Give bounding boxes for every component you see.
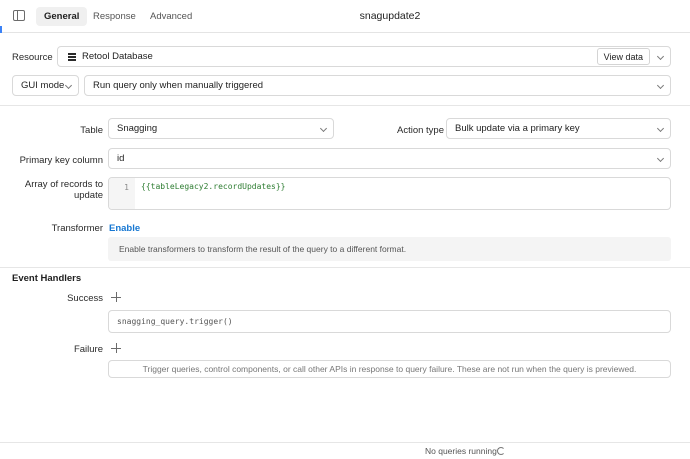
table-value: Snagging [117, 123, 158, 134]
sidebar-toggle-icon[interactable] [13, 10, 25, 21]
primary-key-value: id [117, 153, 125, 164]
enable-transformer-link[interactable]: Enable [109, 223, 140, 234]
success-label: Success [67, 293, 103, 304]
success-handler-text: snagging_query.trigger() [117, 317, 233, 326]
gui-mode-value: GUI mode [21, 80, 65, 91]
records-code: {{tableLegacy2.recordUpdates}} [141, 182, 286, 191]
chevron-down-icon [64, 81, 73, 90]
status-bar: No queries running [0, 442, 690, 459]
action-type-value: Bulk update via a primary key [455, 123, 580, 134]
transformer-hint: Enable transformers to transform the res… [108, 237, 671, 261]
view-data-button[interactable]: View data [596, 48, 650, 65]
tab-response[interactable]: Response [85, 7, 144, 26]
event-handlers-heading: Event Handlers [12, 273, 82, 284]
records-label-line2: update [73, 190, 103, 201]
tab-advanced[interactable]: Advanced [142, 7, 200, 26]
add-failure-handler-icon[interactable] [111, 343, 121, 353]
failure-hint-text: Trigger queries, control components, or … [142, 364, 637, 374]
failure-label: Failure [73, 344, 103, 355]
resource-select[interactable]: Retool Database View data [57, 46, 671, 67]
gui-mode-select[interactable]: GUI mode [12, 75, 79, 96]
chevron-down-icon [656, 81, 665, 90]
line-number: 1 [124, 183, 129, 192]
divider [0, 105, 690, 106]
primary-key-label: Primary key column [19, 155, 103, 166]
add-success-handler-icon[interactable] [111, 292, 121, 302]
active-indicator [0, 26, 2, 33]
chevron-down-icon [656, 154, 665, 163]
table-select[interactable]: Snagging [108, 118, 334, 139]
action-type-label: Action type [397, 125, 444, 136]
chevron-down-icon [319, 124, 328, 133]
database-icon [68, 53, 76, 61]
resource-value: Retool Database [82, 51, 153, 62]
code-gutter: 1 [109, 178, 135, 209]
records-code-editor[interactable]: 1 {{tableLegacy2.recordUpdates}} [108, 177, 671, 210]
failure-handler-placeholder: Trigger queries, control components, or … [108, 360, 671, 378]
chevron-down-icon [656, 52, 665, 61]
divider [0, 267, 690, 268]
trigger-mode-select[interactable]: Run query only when manually triggered [84, 75, 671, 96]
table-label: Table [80, 125, 103, 136]
query-status: No queries running [425, 446, 497, 456]
action-type-select[interactable]: Bulk update via a primary key [446, 118, 671, 139]
query-editor-header: General Response Advanced snagupdate2 [0, 0, 690, 33]
refresh-icon[interactable] [497, 447, 505, 455]
resource-label: Resource [12, 52, 53, 63]
chevron-down-icon [656, 124, 665, 133]
success-handler-item[interactable]: snagging_query.trigger() [108, 310, 671, 333]
primary-key-select[interactable]: id [108, 148, 671, 169]
transformer-label: Transformer [51, 223, 103, 234]
tab-general[interactable]: General [36, 7, 88, 26]
records-label-line1: Array of records to [24, 179, 103, 190]
trigger-mode-value: Run query only when manually triggered [93, 80, 264, 91]
